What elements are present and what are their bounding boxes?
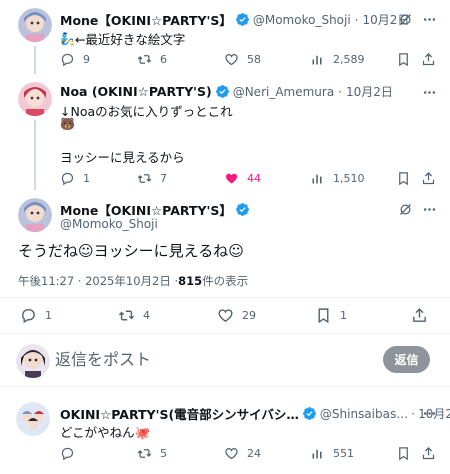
views-button[interactable]: 2,589 [310,52,365,67]
like-button[interactable]: 58 [224,52,261,67]
emoji-bear: 🐻 [60,117,75,131]
reply-input[interactable] [55,350,355,369]
reply-button[interactable]: 9 [60,52,90,67]
avatar[interactable] [18,82,52,116]
more-options-icon[interactable] [422,406,437,421]
reply-icon[interactable] [60,446,75,461]
bookmark-icon[interactable] [396,52,411,67]
tweet-body-line-1: ↓Noaのお気に入りずっとこれ [60,104,233,119]
tweet-meta: 午後11:27 · 2025年10月2日 · 815 件の表示 [18,273,248,289]
like-button[interactable]: 24 [224,446,261,461]
bookmark-icon[interactable] [396,171,411,186]
reply-icon [22,309,35,324]
heart-icon [225,54,238,66]
handle[interactable]: @Neri_Amemura [233,85,335,99]
divider [0,297,450,298]
separator: · [338,84,343,99]
main-tweet-text: そうだね☺ヨッシーに見えるね☺ [18,242,244,260]
tweet-body-line-2: ヨッシーに見えるから [60,150,185,165]
separator: · [411,406,416,421]
bookmark-icon [318,308,329,324]
handle[interactable]: @Momoko_Shoji [253,13,351,27]
heart-icon [225,448,238,460]
retweet-button[interactable]: 6 [137,52,167,67]
verified-badge-icon [235,202,250,217]
like-button[interactable]: 29 [217,307,256,324]
avatar[interactable] [18,8,52,42]
display-name[interactable]: OKINI☆PARTY'S(電音部シンサイバシ… [60,404,299,423]
tweet-header: OKINI☆PARTY'S(電音部シンサイバシ… @Shinsaibas… · … [60,404,450,423]
handle[interactable]: @Momoko_Shoji [60,217,158,231]
share-icon[interactable] [421,52,436,67]
reply-button[interactable]: 1 [20,307,52,324]
retweet-icon [118,310,135,321]
tweet-body: ←最近好きな絵文字 [74,32,186,47]
reply-icon [61,172,74,186]
divider [0,386,450,387]
retweet-icon [137,449,152,458]
heart-filled-icon [225,173,238,184]
emoji-genie: 🧞 [60,31,75,46]
thread-line [34,46,36,74]
tweet-text: 🧞 ←最近好きな絵文字 [60,29,185,48]
share-icon[interactable] [411,307,428,324]
views-button[interactable]: 1,510 [310,171,365,186]
views-count: 815 [178,274,203,288]
display-name[interactable]: Noa (OKINI☆PARTY'S) [60,84,212,99]
tweet-body: どこがやねん🐙 [60,425,151,440]
verified-badge-icon [215,84,230,99]
thread-line [34,120,36,190]
views-icon [312,449,322,459]
avatar[interactable] [18,198,52,232]
more-options-icon[interactable] [422,12,437,27]
avatar[interactable] [16,344,50,378]
tweet-header: Noa (OKINI☆PARTY'S) @Neri_Amemura · 10月2… [60,83,393,100]
like-button[interactable]: 44 [224,171,261,186]
timestamp[interactable]: 午後11:27 · 2025年10月2日 · [18,273,178,289]
display-name[interactable]: Mone【OKINI☆PARTY'S】 [60,10,232,29]
separator: · [354,12,359,27]
heart-icon [218,309,233,323]
retweet-icon [137,55,152,64]
reply-button[interactable]: 1 [60,171,90,186]
retweet-button[interactable]: 7 [137,171,167,186]
bookmark-button[interactable]: 1 [315,307,347,324]
views-icon [312,55,322,65]
views-label: 件の表示 [202,274,249,288]
grok-icon[interactable] [398,202,413,217]
verified-badge-icon [302,406,317,421]
share-icon[interactable] [421,171,436,186]
views-button[interactable]: 551 [310,446,354,461]
grok-icon[interactable] [398,12,413,27]
retweet-button[interactable]: 5 [137,446,167,461]
more-options-icon[interactable] [422,85,437,100]
avatar[interactable] [16,402,50,436]
share-icon[interactable] [421,446,436,461]
more-options-icon[interactable] [422,202,437,217]
tweet-header: Mone【OKINI☆PARTY'S】 @Momoko_Shoji · 10月2… [60,10,409,29]
timestamp[interactable]: 10月2日 [346,83,393,100]
handle[interactable]: @Shinsaibas… [320,407,408,421]
reply-icon [61,53,74,67]
divider [0,333,450,334]
retweet-button[interactable]: 4 [118,307,150,324]
verified-badge-icon [235,12,250,27]
views-icon [312,174,322,184]
retweet-icon [137,174,152,183]
reply-submit-button[interactable]: 返信 [383,346,430,373]
bookmark-icon[interactable] [396,446,411,461]
